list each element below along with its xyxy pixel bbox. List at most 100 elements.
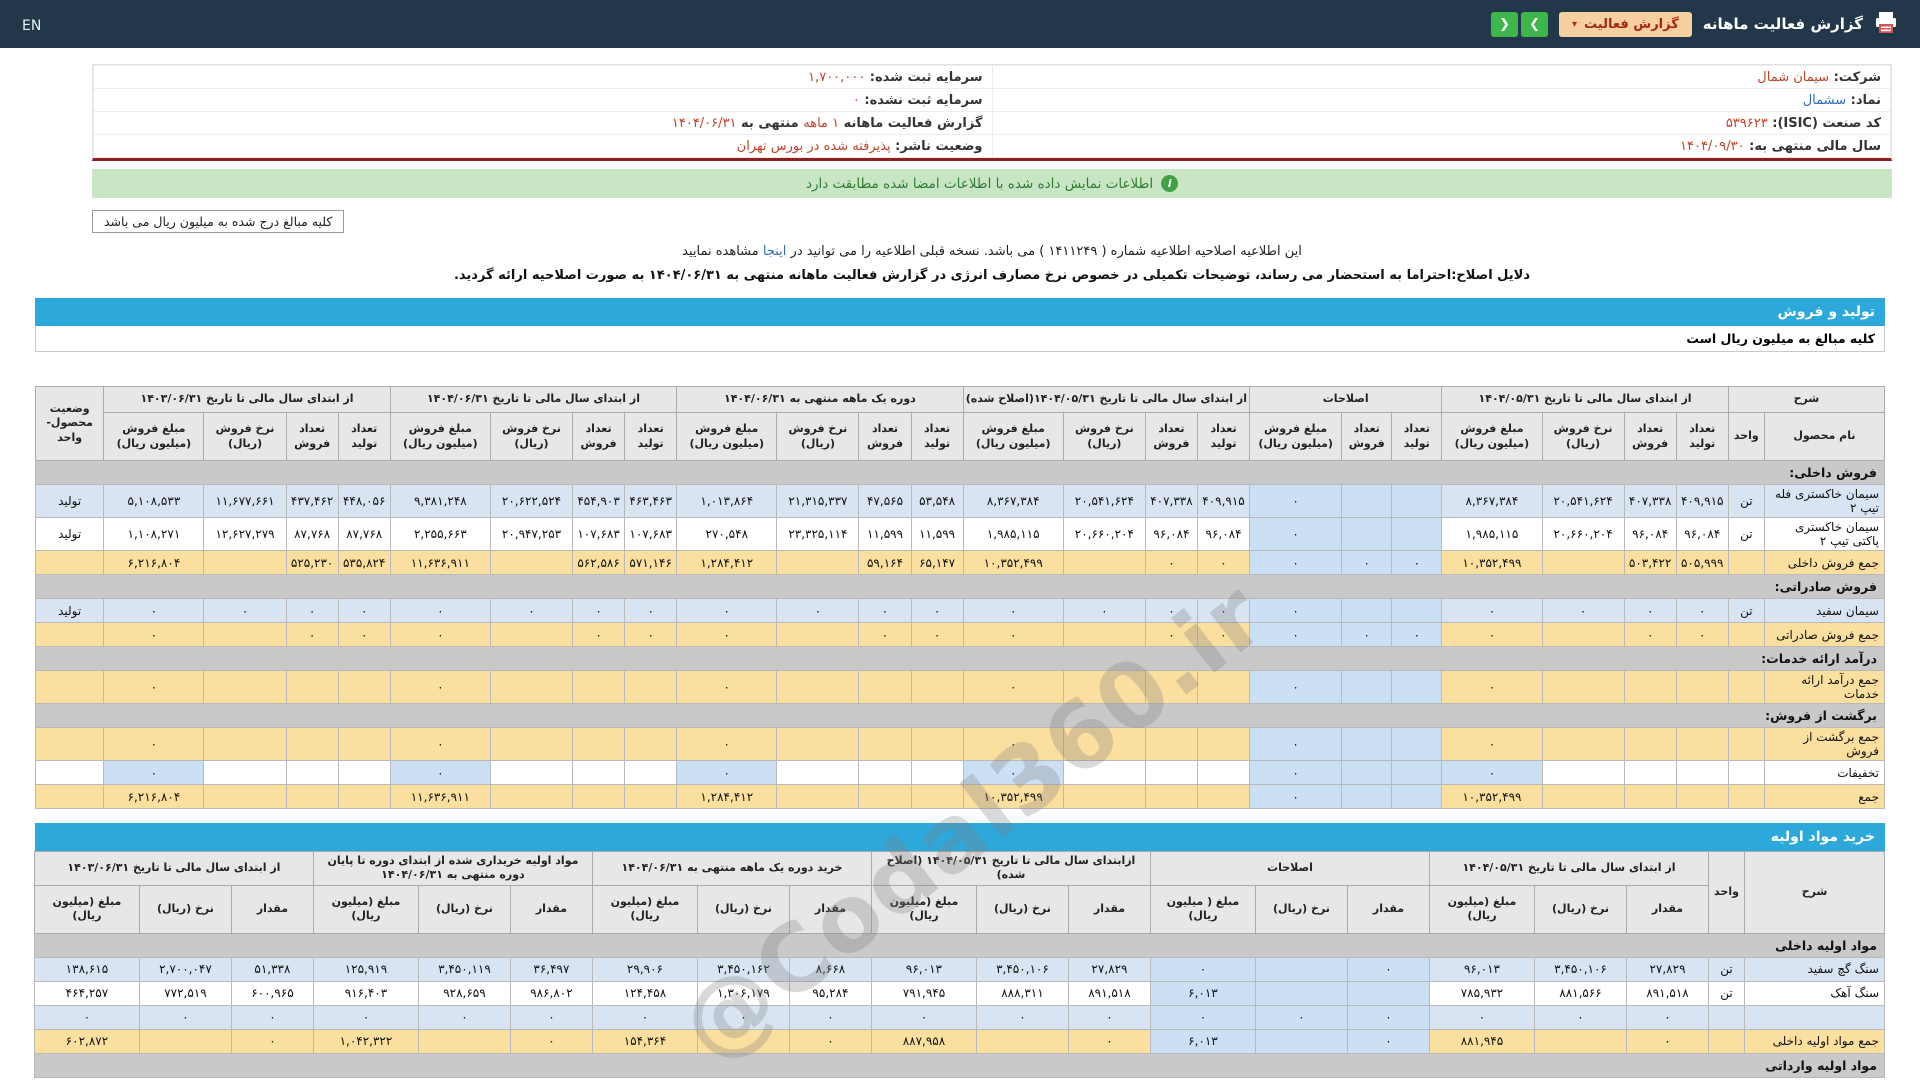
table-cell	[285, 760, 339, 785]
table-cell: ۰	[676, 598, 778, 623]
table-cell: جمع برگشت از فروش	[1763, 727, 1886, 761]
table-cell: ۲۰,۶۶۰,۲۰۴	[1541, 517, 1625, 551]
table-cell	[1254, 1028, 1348, 1054]
table-cell: ۲۰,۶۲۲,۵۲۴	[489, 484, 574, 518]
language-toggle[interactable]: EN	[22, 18, 41, 34]
table-cell: ۶۰۰,۹۶۵	[230, 980, 314, 1006]
table-cell: ۰	[1623, 622, 1677, 647]
previous-version-link[interactable]: اینجا	[763, 244, 787, 259]
raw-materials-table: شرح واحد از ابتدای سال مالی تا تاریخ ۱۴۰۴/…	[33, 851, 1886, 1078]
column-header: مبلغ (میلیون ریال)	[591, 884, 698, 934]
table-row: سیمان سفید تن ۰ ۰ ۰ ۰ ۰ ۰ ۰ ۰ ۰ ۰ ۰ ۰ ۰ ۰ ۰ ۰ ۰ ۰ ۰ ۰ ۰ تولید	[34, 598, 1886, 623]
table-cell: ۹۶,۰۱۳	[1428, 956, 1536, 982]
table-cell: ۸۷,۷۶۸	[285, 517, 339, 551]
table-row: جمع ۱۰,۳۵۲,۴۹۹ ۰ ۱۰,۳۵۲,۴۹۹ ۱,۲۸۴,۴۱۲ ۱۱,۶۳۶,…	[34, 784, 1886, 809]
table-cell: ۰	[1391, 550, 1443, 575]
column-group-header: از ابتدای سال مالی تا تاریخ ۱۴۰۴/۰۶/۳۱	[389, 386, 678, 413]
top-navbar: گزارش فعالیت ماهانه گزارش فعالیت ▾ ❯ ❮ E…	[0, 0, 1920, 48]
table-cell	[1391, 760, 1443, 785]
table-cell	[572, 760, 626, 785]
table-cell: ۰	[1249, 517, 1343, 551]
table-cell: ۰	[1249, 727, 1343, 761]
report-type-dropdown[interactable]: گزارش فعالیت ▾	[1559, 11, 1692, 37]
table-cell: ۹۸۶,۸۰۲	[509, 980, 593, 1006]
table-cell	[1727, 727, 1765, 761]
table-cell: ۰	[312, 1004, 419, 1030]
table-cell	[34, 670, 105, 704]
column-group-header: ازابتدای سال مالی تا تاریخ ۱۴۰۴/۰۵/۳۱ (ا…	[870, 851, 1151, 886]
prev-report-button[interactable]: ❮	[1491, 11, 1519, 37]
table-cell	[1391, 784, 1443, 809]
table-cell: ۱۱,۵۹۹	[910, 517, 964, 551]
table-cell	[1727, 622, 1765, 647]
table-cell: ۶,۲۱۶,۸۰۴	[103, 784, 205, 809]
table-cell: ۰	[1067, 1004, 1151, 1030]
table-cell: ۲,۷۰۰,۰۴۷	[138, 956, 232, 982]
table-cell	[1391, 598, 1443, 623]
company-info-table: شرکت: سیمان شمال سرمایه ثبت شده: ۱,۷۰۰,۰۰…	[93, 65, 1891, 158]
table-cell: ۵۳۵,۸۲۴	[337, 550, 391, 575]
table-cell	[285, 784, 339, 809]
table-cell: ۰	[870, 1004, 977, 1030]
table-cell: ۰	[103, 760, 205, 785]
table-cell: ۰	[509, 1004, 593, 1030]
table-cell	[34, 760, 105, 785]
table-cell: ۰	[285, 598, 339, 623]
table-cell	[1062, 622, 1146, 647]
table-cell	[624, 784, 678, 809]
table-cell	[1196, 727, 1251, 761]
column-group-header: از ابتدای سال مالی تا تاریخ ۱۴۰۳/۰۶/۳۱	[103, 386, 391, 413]
table-cell: ۰	[962, 622, 1064, 647]
column-header: مقدار	[509, 884, 593, 934]
table-cell: ۰	[389, 670, 491, 704]
column-header: تعداد فروش	[285, 412, 339, 461]
table-cell: ۰	[962, 670, 1064, 704]
table-cell: ۹۱۶,۴۰۳	[312, 980, 419, 1006]
table-cell	[1541, 784, 1625, 809]
table-cell	[858, 784, 912, 809]
table-cell: ۷۷۲,۵۱۹	[138, 980, 232, 1006]
table-cell: ۰	[910, 598, 964, 623]
table-cell	[1144, 784, 1198, 809]
table-cell	[34, 784, 105, 809]
table-cell: تولید	[34, 598, 105, 623]
column-header: نرخ (ریال)	[138, 884, 232, 934]
table-cell	[858, 670, 912, 704]
info-row: سال مالی منتهی به: ۱۴۰۴/۰۹/۳۰ وضعیت ناشر:…	[93, 134, 1891, 158]
table-cell: ۲۳,۳۲۵,۱۱۴	[776, 517, 860, 551]
table-cell	[1341, 484, 1393, 518]
table-cell: ۱۰,۳۵۲,۴۹۹	[962, 784, 1064, 809]
table-cell	[776, 784, 860, 809]
table-cell	[1534, 1028, 1627, 1054]
table-cell: ۰	[103, 622, 205, 647]
table-cell: سیمان خاکستری فله تیپ ۲	[1763, 484, 1886, 518]
table-cell	[337, 670, 391, 704]
table-cell	[1254, 956, 1348, 982]
table-cell: تن	[1727, 517, 1765, 551]
table-cell: ۰	[285, 622, 339, 647]
table-cell	[572, 784, 626, 809]
table-cell: ۵۹,۱۶۴	[858, 550, 912, 575]
table-cell: ۱۲,۶۲۷,۲۷۹	[203, 517, 287, 551]
table-cell: ۵۱,۳۳۸	[230, 956, 314, 982]
column-header: مقدار	[1067, 884, 1151, 934]
table-cell: ۹۲۸,۶۵۹	[417, 980, 511, 1006]
table-row: جمع برگشت از فروش ۰ ۰ ۰ ۰ ۰ ۰	[34, 727, 1886, 761]
next-report-button[interactable]: ❯	[1521, 11, 1549, 37]
table-cell	[1341, 670, 1393, 704]
table-cell	[776, 727, 860, 761]
table-cell	[1196, 760, 1251, 785]
table-cell: ۹۶,۰۸۴	[1144, 517, 1198, 551]
info-cell: وضعیت ناشر: پذیرفته شده در بورس تهران	[93, 134, 993, 158]
table-cell	[1341, 784, 1393, 809]
table-cell: ۰	[509, 1028, 593, 1054]
table-cell: ۰	[1196, 598, 1251, 623]
table-cell: ۰	[1249, 784, 1343, 809]
column-header: مبلغ (میلیون ریال)	[1428, 884, 1536, 934]
column-header: مبلغ ( میلیون ریال)	[1149, 884, 1256, 934]
table-cell	[1744, 1004, 1885, 1030]
info-cell: نماد: سشمال	[991, 88, 1891, 112]
section-row: مواد اولیه داخلی	[33, 932, 1886, 958]
column-header: تعداد تولید	[1675, 412, 1729, 461]
